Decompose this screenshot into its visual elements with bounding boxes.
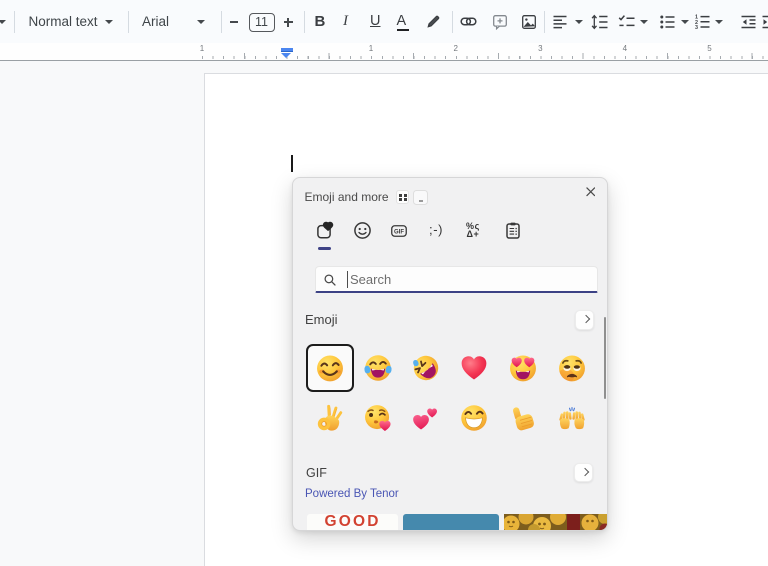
svg-text:3: 3 [695,25,698,29]
svg-text:GIF: GIF [394,229,404,235]
